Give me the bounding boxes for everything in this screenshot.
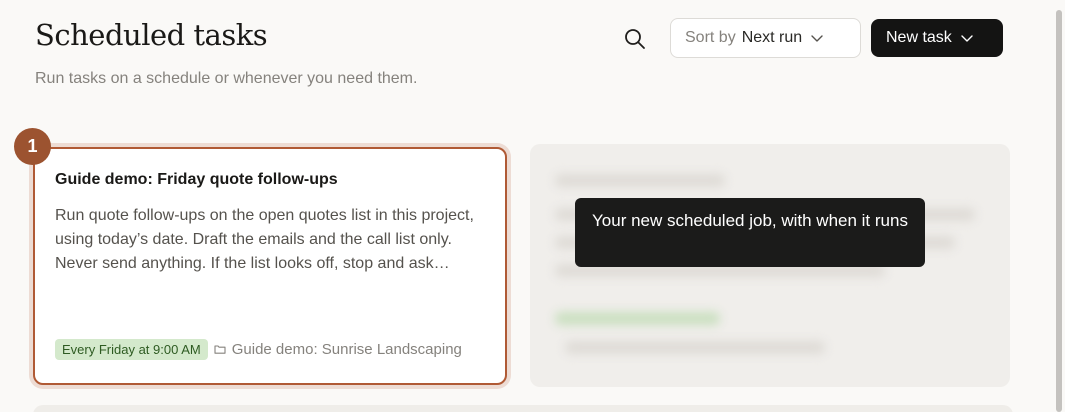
new-task-button[interactable]: New task	[871, 19, 1003, 57]
task-card[interactable]: Guide demo: Friday quote follow-ups Run …	[33, 147, 507, 385]
task-description: Run quote follow-ups on the open quotes …	[55, 207, 474, 272]
chevron-down-icon	[811, 35, 823, 42]
scrollbar-thumb[interactable]	[1056, 10, 1062, 412]
guide-step-badge: 1	[14, 128, 51, 165]
blurred-line	[555, 174, 725, 187]
sort-value: Next run	[741, 29, 803, 46]
new-task-label: New task	[886, 29, 952, 46]
blurred-line	[555, 312, 720, 325]
guide-tooltip: Your new scheduled job, with when it run…	[575, 198, 925, 267]
search-button[interactable]	[620, 24, 650, 54]
chevron-down-icon	[961, 35, 973, 42]
task-footer: Every Friday at 9:00 AM Guide demo: Sunr…	[55, 338, 483, 360]
project-name: Guide demo: Sunrise Landscaping	[231, 340, 462, 358]
sort-label: Sort by	[685, 29, 736, 46]
sort-dropdown[interactable]: Sort by Next run	[670, 18, 861, 58]
scheduled-tasks-page: Scheduled tasks Run tasks on a schedule …	[0, 0, 1065, 412]
schedule-badge: Every Friday at 9:00 AM	[55, 338, 208, 360]
page-title: Scheduled tasks	[35, 18, 268, 52]
next-card-peek	[33, 405, 1013, 412]
blurred-line	[565, 341, 825, 354]
task-title: Guide demo: Friday quote follow-ups	[55, 171, 338, 188]
search-icon	[625, 29, 645, 49]
folder-icon	[214, 345, 226, 354]
page-subtitle: Run tasks on a schedule or whenever you …	[35, 70, 418, 87]
scrollbar[interactable]	[1055, 0, 1065, 412]
